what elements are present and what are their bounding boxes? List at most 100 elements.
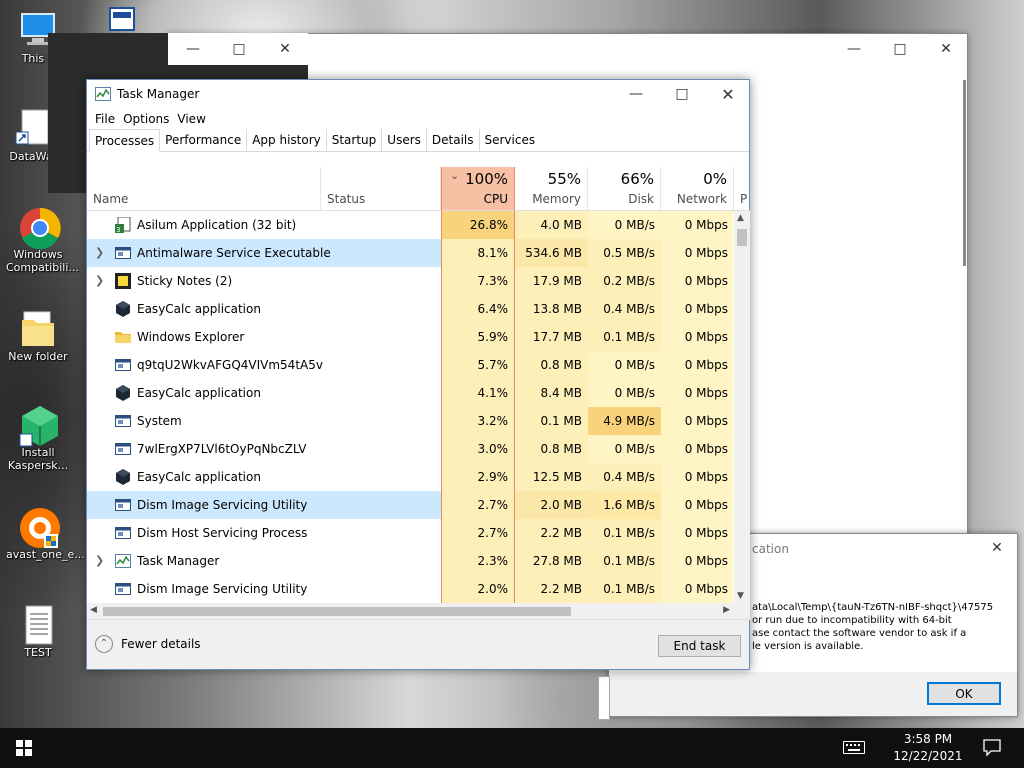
column-header-network[interactable]: 0% Network xyxy=(661,167,734,211)
cpu-cell: 2.3% xyxy=(441,547,515,575)
process-row[interactable]: Dism Image Servicing Utility 2.7% 2.0 MB 1.… xyxy=(87,491,733,519)
process-row[interactable]: System 3.2% 0.1 MB 4.9 MB/s 0 Mbps xyxy=(87,407,733,435)
column-header-name[interactable]: Name xyxy=(87,167,321,211)
process-row[interactable]: Dism Image Servicing Utility 2.0% 2.2 MB 0.… xyxy=(87,575,733,603)
clock[interactable]: 3:58 PM 12/22/2021 xyxy=(880,731,976,765)
footer: ⌃ Fewer details End task xyxy=(87,619,749,669)
process-row[interactable]: ❯ Sticky Notes (2) 7.3% 17.9 MB 0.2 MB/s 0 Mb… xyxy=(87,267,733,295)
text-document-icon xyxy=(18,604,58,645)
desktop-icon-new-folder[interactable]: New folder xyxy=(6,308,70,363)
disk-total: 66% xyxy=(620,170,654,188)
vertical-scrollbar-thumb[interactable] xyxy=(963,80,966,266)
action-center-icon[interactable] xyxy=(983,739,1001,757)
minimize-button[interactable]: — xyxy=(170,33,216,65)
scroll-right-arrow-icon[interactable]: ▶ xyxy=(723,605,730,615)
tab-startup[interactable]: Startup xyxy=(327,129,383,151)
process-row[interactable]: Dism Host Servicing Process 2.7% 2.2 MB 0.1… xyxy=(87,519,733,547)
network-cell: 0 Mbps xyxy=(661,211,733,239)
sticky-notes-icon xyxy=(115,273,131,289)
dialog-message: ata\Local\Temp\{tauN-Tz6TN-nIBF-shqct}\4… xyxy=(752,601,993,653)
network-cell: 0 Mbps xyxy=(661,547,733,575)
column-header-power[interactable]: P xyxy=(734,167,750,211)
tab-users[interactable]: Users xyxy=(382,129,427,151)
memory-cell: 13.8 MB xyxy=(515,295,588,323)
network-cell: 0 Mbps xyxy=(661,351,733,379)
network-cell: 0 Mbps xyxy=(661,295,733,323)
fewer-details-button[interactable]: ⌃ Fewer details xyxy=(95,635,201,653)
dark-window-titlebar[interactable]: — □ ✕ xyxy=(168,33,308,65)
scroll-down-arrow-icon[interactable]: ▼ xyxy=(737,591,744,601)
process-row[interactable]: 3 Asilum Application (32 bit) 26.8% 4.0 MB 0… xyxy=(87,211,733,239)
column-header-disk[interactable]: 66% Disk xyxy=(588,167,661,211)
process-row[interactable]: ❯ Antimalware Service Executable 8.1% 534.6… xyxy=(87,239,733,267)
close-button[interactable]: ✕ xyxy=(705,80,751,108)
folder-icon xyxy=(115,329,131,345)
expand-chevron-icon[interactable]: ❯ xyxy=(95,547,104,575)
disk-cell: 1.6 MB/s xyxy=(588,491,661,519)
process-row[interactable]: 7wlErgXP7LVl6tOyPqNbcZLV 3.0% 0.8 MB 0 MB/s… xyxy=(87,435,733,463)
column-header-status[interactable]: Status xyxy=(321,167,441,211)
end-task-button[interactable]: End task xyxy=(658,635,741,657)
tab-app-history[interactable]: App history xyxy=(247,129,327,151)
desktop-icon-avast[interactable]: avast_one_e... xyxy=(6,506,85,561)
vertical-scrollbar[interactable]: ▲ ▼ xyxy=(734,211,750,603)
tab-performance[interactable]: Performance xyxy=(160,129,248,151)
minimize-button[interactable]: — xyxy=(831,34,877,64)
scrollbar-corner xyxy=(734,603,750,620)
horizontal-scrollbar[interactable]: ◀ ▶ xyxy=(87,603,734,620)
service-icon xyxy=(115,581,131,597)
windows-logo-icon xyxy=(16,740,32,756)
disk-cell: 4.9 MB/s xyxy=(588,407,661,435)
desktop-icon-install-kaspersky[interactable]: Install Kaspersk... xyxy=(6,404,70,472)
cpu-total: 100% xyxy=(465,170,508,188)
dialog-close-button[interactable]: ✕ xyxy=(977,534,1017,562)
minimize-button[interactable]: — xyxy=(613,80,659,108)
tab-processes[interactable]: Processes xyxy=(89,129,161,152)
process-row[interactable]: ❯ Task Manager 2.3% 27.8 MB 0.1 MB/s 0 Mbps xyxy=(87,547,733,575)
scroll-left-arrow-icon[interactable]: ◀ xyxy=(90,605,97,615)
process-row[interactable]: q9tqU2WkvAFGQ4VIVm54tA5v 5.7% 0.8 MB 0 MB/s… xyxy=(87,351,733,379)
ok-button[interactable]: OK xyxy=(927,682,1001,705)
app-32bit-icon: 3 xyxy=(115,216,131,234)
process-row[interactable]: EasyCalc application 2.9% 12.5 MB 0.4 MB/s 0… xyxy=(87,463,733,491)
memory-cell: 2.0 MB xyxy=(515,491,588,519)
expand-chevron-icon[interactable]: ❯ xyxy=(95,267,104,295)
cpu-cell: 2.9% xyxy=(441,463,515,491)
memory-cell: 4.0 MB xyxy=(515,211,588,239)
column-header-cpu[interactable]: ⌄ 100% CPU xyxy=(441,167,515,211)
menu-view[interactable]: View xyxy=(173,112,209,126)
service-icon xyxy=(115,525,131,541)
vertical-scrollbar-thumb[interactable] xyxy=(737,229,747,246)
horizontal-scrollbar-thumb[interactable] xyxy=(103,607,571,616)
menu-bar: File Options View xyxy=(87,108,749,129)
maximize-button[interactable]: □ xyxy=(877,34,923,64)
desktop-icon-test[interactable]: TEST xyxy=(6,604,70,659)
start-button[interactable] xyxy=(0,728,48,768)
taskbar: 3:58 PM 12/22/2021 xyxy=(0,728,1024,768)
process-row[interactable]: EasyCalc application 6.4% 13.8 MB 0.4 MB/s 0… xyxy=(87,295,733,323)
desktop-icon-windows-compat[interactable]: Windows Compatibili... xyxy=(6,206,79,274)
network-cell: 0 Mbps xyxy=(661,239,733,267)
cpu-cell: 2.7% xyxy=(441,519,515,547)
service-icon xyxy=(115,245,131,261)
avast-icon xyxy=(18,506,60,548)
tab-details[interactable]: Details xyxy=(427,129,480,151)
maximize-button[interactable]: □ xyxy=(659,80,705,108)
task-manager-icon xyxy=(95,87,111,101)
close-button[interactable]: ✕ xyxy=(262,33,308,65)
column-header-memory[interactable]: 55% Memory xyxy=(515,167,588,211)
process-row[interactable]: EasyCalc application 4.1% 8.4 MB 0 MB/s 0 Mb… xyxy=(87,379,733,407)
close-button[interactable]: ✕ xyxy=(923,34,969,64)
tab-services[interactable]: Services xyxy=(480,129,541,151)
process-row[interactable]: Windows Explorer 5.9% 17.7 MB 0.1 MB/s 0 Mbp… xyxy=(87,323,733,351)
keyboard-icon[interactable] xyxy=(843,741,865,754)
expand-chevron-icon[interactable]: ❯ xyxy=(95,239,104,267)
menu-options[interactable]: Options xyxy=(119,112,173,126)
disk-cell: 0.1 MB/s xyxy=(588,323,661,351)
sort-chevron-down-icon: ⌄ xyxy=(450,169,460,182)
maximize-button[interactable]: □ xyxy=(216,33,262,65)
menu-file[interactable]: File xyxy=(91,112,119,126)
task-manager-window[interactable]: Task Manager — □ ✕ File Options View Pro… xyxy=(86,79,750,670)
desktop-icon-label: Install Kaspersk... xyxy=(7,446,69,472)
scroll-up-arrow-icon[interactable]: ▲ xyxy=(737,213,744,223)
